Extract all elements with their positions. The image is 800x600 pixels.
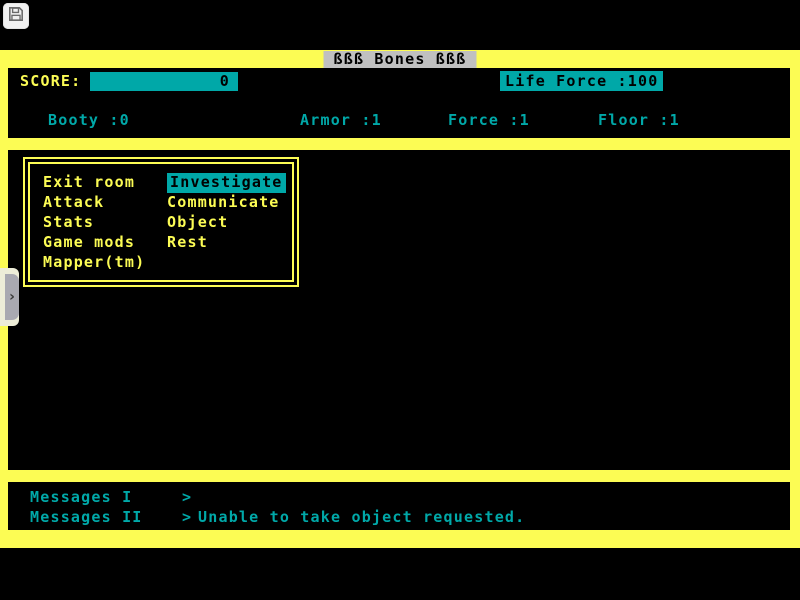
menu-item-attack[interactable]: Attack (43, 193, 104, 213)
floppy-disk-icon (7, 5, 25, 27)
side-drawer-tab[interactable]: › (0, 268, 19, 326)
messages-1-label: Messages I (30, 488, 132, 507)
menu-item-mapper[interactable]: Mapper(tm) (43, 253, 145, 273)
stat-booty: Booty :0 (48, 111, 130, 130)
messages-2-text: Unable to take object requested. (198, 508, 525, 527)
messages-2-prompt: > (182, 508, 192, 527)
stat-force: Force :1 (448, 111, 530, 130)
chevron-right-icon[interactable]: › (5, 274, 19, 320)
stat-armor: Armor :1 (300, 111, 382, 130)
command-menu-inner: Exit room Attack Stats Game mods Mapper(… (28, 162, 294, 282)
menu-item-communicate[interactable]: Communicate (167, 193, 280, 213)
menu-item-game-mods[interactable]: Game mods (43, 233, 135, 253)
save-button[interactable] (3, 3, 29, 29)
menu-column-right: Investigate Communicate Object Rest (167, 173, 286, 280)
score-label: SCORE: (20, 72, 81, 91)
messages-1-prompt: > (182, 488, 192, 507)
menu-item-exit-room[interactable]: Exit room (43, 173, 135, 193)
menu-item-object[interactable]: Object (167, 213, 228, 233)
menu-item-investigate[interactable]: Investigate (167, 173, 286, 193)
messages-panel: Messages I > Messages II > Unable to tak… (8, 482, 790, 530)
game-screen: ßßß Bones ßßß SCORE: 0 Life Force :100 B… (0, 50, 800, 548)
menu-column-left: Exit room Attack Stats Game mods Mapper(… (43, 173, 167, 280)
life-force-badge: Life Force :100 (500, 71, 663, 91)
menu-item-stats[interactable]: Stats (43, 213, 94, 233)
messages-2-label: Messages II (30, 508, 143, 527)
game-title: ßßß Bones ßßß (324, 51, 477, 68)
stat-floor: Floor :1 (598, 111, 680, 130)
command-menu: Exit room Attack Stats Game mods Mapper(… (23, 157, 299, 287)
score-bar: 0 (90, 72, 238, 91)
menu-item-rest[interactable]: Rest (167, 233, 208, 253)
main-panel: Exit room Attack Stats Game mods Mapper(… (8, 150, 790, 470)
status-panel: SCORE: 0 Life Force :100 Booty :0 Armor … (8, 68, 790, 138)
